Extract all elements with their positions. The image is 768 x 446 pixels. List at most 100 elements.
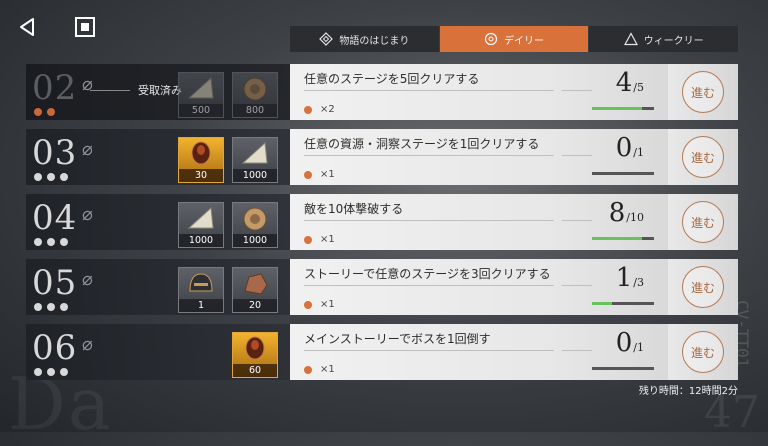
- reward-item[interactable]: 1: [178, 267, 224, 313]
- task-description: ストーリーで任意のステージを3回クリアする: [304, 267, 551, 281]
- mission-card: 任意の資源・洞察ステージを1回クリアする ×1 0/1: [290, 129, 668, 185]
- crystal-shard-icon: [187, 206, 214, 229]
- remaining-time: 残り時間：12時間2分: [638, 386, 738, 397]
- reward-item[interactable]: 800: [232, 72, 278, 118]
- progress-bar: [592, 237, 654, 240]
- mission-number-panel: 04 ⌀ 1000 1000: [26, 194, 290, 250]
- progress-bar: [592, 172, 654, 175]
- tab-label: 物語のはじまり: [339, 35, 410, 47]
- mission-number-panel: 05 ⌀ 1 20: [26, 259, 290, 315]
- mission-number: 06: [32, 328, 78, 368]
- progress-counter: 0/1: [615, 133, 644, 163]
- task-description: 任意の資源・洞察ステージを1回クリアする: [304, 137, 540, 151]
- back-button[interactable]: [12, 12, 42, 42]
- reward-item[interactable]: 60: [232, 332, 278, 378]
- reward-item[interactable]: 30: [178, 137, 224, 183]
- reward-multiplier: ×1: [304, 234, 335, 245]
- reward-item[interactable]: 500: [178, 72, 224, 118]
- reward-count: 1000: [179, 234, 223, 247]
- tab-label: ウィークリー: [643, 35, 704, 47]
- difficulty-dots: [34, 238, 68, 246]
- task-description: 敵を10体撃破する: [304, 202, 404, 216]
- ore-chunk-icon: [244, 273, 268, 295]
- slash-decoration: ⌀: [82, 139, 93, 160]
- home-square-icon: [75, 17, 95, 37]
- medal-icon: [243, 207, 267, 231]
- go-button[interactable]: 進む: [682, 266, 724, 308]
- mission-number: 05: [32, 263, 78, 303]
- difficulty-dots: [34, 108, 55, 116]
- progress-bar: [592, 107, 654, 110]
- tab-story-beginning[interactable]: 物語のはじまり: [290, 26, 440, 52]
- reward-count: 30: [179, 169, 223, 182]
- reward-item[interactable]: 1000: [232, 137, 278, 183]
- progress-counter: 1/3: [615, 263, 644, 293]
- mission-row: 06 ⌀ 60 メインストーリーでボスを1回倒す ×1 0/1 進む: [26, 324, 738, 380]
- go-panel: 進む: [668, 259, 738, 315]
- reward-count: 1000: [233, 169, 277, 182]
- mission-row: 02 ⌀ 受取済み 500 800 任意のステージを5回クリアする ×2 4/5…: [26, 64, 738, 120]
- back-triangle-icon: [20, 18, 34, 36]
- reward-item[interactable]: 20: [232, 267, 278, 313]
- task-description: メインストーリーでボスを1回倒す: [304, 332, 491, 346]
- home-button[interactable]: [70, 12, 100, 42]
- reward-count: 500: [179, 104, 223, 117]
- reward-count: 800: [233, 104, 277, 117]
- go-button[interactable]: 進む: [682, 136, 724, 178]
- tab-label: デイリー: [504, 35, 544, 47]
- slash-decoration: ⌀: [82, 334, 93, 355]
- reward-multiplier: ×1: [304, 299, 335, 310]
- dot: [34, 108, 42, 116]
- medal-icon: [243, 77, 267, 101]
- go-button[interactable]: 進む: [682, 71, 724, 113]
- mission-number: 02: [32, 68, 78, 108]
- claimed-text: 受取済み: [138, 84, 182, 97]
- reward-count: 20: [233, 299, 277, 312]
- go-button[interactable]: 進む: [682, 201, 724, 243]
- difficulty-dots: [34, 173, 68, 181]
- reward-count: 60: [233, 364, 277, 377]
- mission-card: 敵を10体撃破する ×1 8/10: [290, 194, 668, 250]
- tab-daily[interactable]: デイリー: [439, 26, 590, 52]
- go-panel: 進む: [668, 64, 738, 120]
- mission-number-panel: 02 ⌀ 受取済み 500 800: [26, 64, 290, 120]
- go-panel: 進む: [668, 129, 738, 185]
- mission-number: 04: [32, 198, 78, 238]
- crystal-orb-icon: [245, 336, 265, 360]
- mission-row: 03 ⌀ 30 1000 任意の資源・洞察ステージを1回クリアする ×1 0/1…: [26, 129, 738, 185]
- slash-decoration: ⌀: [82, 204, 93, 225]
- reward-count: 1: [179, 299, 223, 312]
- reward-item[interactable]: 1000: [178, 202, 224, 248]
- crystal-shard-icon: [187, 76, 214, 99]
- go-panel: 進む: [668, 194, 738, 250]
- mission-row: 04 ⌀ 1000 1000 敵を10体撃破する ×1 8/10 進む: [26, 194, 738, 250]
- progress-bar: [592, 367, 654, 370]
- mission-number: 03: [32, 133, 78, 173]
- dot: [47, 108, 55, 116]
- progress-bar: [592, 302, 654, 305]
- difficulty-dots: [34, 303, 68, 311]
- mission-card: メインストーリーでボスを1回倒す ×1 0/1: [290, 324, 668, 380]
- triangle-icon: [623, 32, 638, 46]
- progress-counter: 4/5: [615, 68, 644, 98]
- tab-weekly[interactable]: ウィークリー: [589, 26, 740, 52]
- claimed-label: 受取済み: [90, 82, 182, 98]
- difficulty-dots: [34, 368, 68, 376]
- go-panel: 進む: [668, 324, 738, 380]
- mission-number-panel: 06 ⌀ 60: [26, 324, 290, 380]
- crystal-shard-icon: [241, 141, 268, 164]
- progress-counter: 0/1: [615, 328, 644, 358]
- go-button[interactable]: 進む: [682, 331, 724, 373]
- task-description: 任意のステージを5回クリアする: [304, 72, 480, 86]
- circle-icon: [484, 32, 498, 46]
- helmet-icon: [189, 273, 213, 292]
- mission-tabs: 物語のはじまり デイリー ウィークリー: [290, 26, 740, 52]
- reward-multiplier: ×2: [304, 104, 335, 115]
- reward-count: 1000: [233, 234, 277, 247]
- progress-counter: 8/10: [608, 198, 644, 228]
- crystal-orb-icon: [191, 141, 211, 165]
- mission-number-panel: 03 ⌀ 30 1000: [26, 129, 290, 185]
- mission-row: 05 ⌀ 1 20 ストーリーで任意のステージを3回クリアする ×1 1/3 進…: [26, 259, 738, 315]
- reward-item[interactable]: 1000: [232, 202, 278, 248]
- slash-decoration: ⌀: [82, 269, 93, 290]
